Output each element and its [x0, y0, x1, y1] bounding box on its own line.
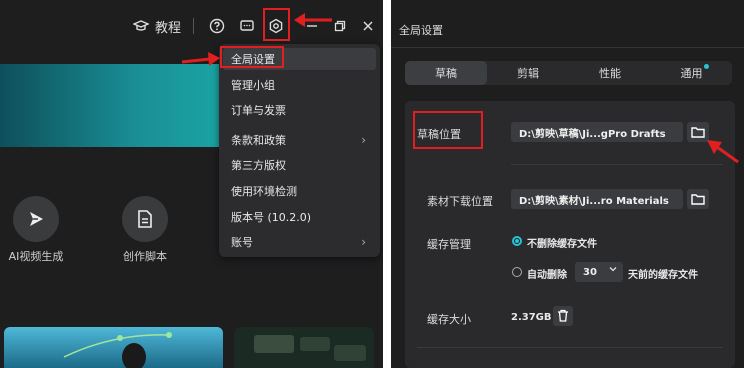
cache-management-label: 缓存管理	[427, 238, 471, 251]
dialog-title: 全局设置	[399, 24, 443, 37]
document-icon	[122, 196, 168, 242]
divider	[391, 47, 744, 48]
tab-performance[interactable]: 性能	[569, 61, 651, 85]
material-location-label: 素材下载位置	[427, 195, 493, 208]
tab-label: 通用	[680, 67, 703, 80]
select-value: 30	[583, 266, 597, 278]
help-icon	[207, 16, 227, 36]
material-folder-button[interactable]	[687, 189, 709, 209]
radio-auto-delete[interactable]	[512, 267, 522, 277]
tutorial-label: 教程	[155, 20, 182, 36]
divider	[511, 164, 723, 165]
tool-label: AI视频生成	[8, 250, 64, 263]
material-location-field[interactable]: D:\剪映\素材\Ji...ro Materials	[511, 189, 683, 209]
menu-item-terms[interactable]: 条款和政策 ›	[223, 129, 376, 151]
template-thumbnail[interactable]	[4, 327, 223, 368]
home-banner[interactable]	[0, 64, 230, 147]
template-thumbnail[interactable]	[234, 327, 374, 368]
settings-menu: 全局设置 管理小组 订单与发票 条款和政策 › 第三方版权 使用环境检测 版本号 …	[219, 44, 380, 257]
close-button[interactable]	[358, 14, 378, 38]
cache-size-value: 2.37GB	[511, 312, 552, 323]
message-icon	[237, 16, 257, 36]
close-icon	[358, 16, 378, 36]
menu-item-env-check[interactable]: 使用环境检测	[223, 180, 376, 202]
tab-label: 草稿	[435, 67, 457, 80]
tab-label: 性能	[599, 67, 621, 80]
editor-home-panel: 教程 AI视频生成 创作脚本 全局设置 管理小组 订单与发票 条款和政策 › 第…	[0, 0, 383, 368]
menu-item-third-party[interactable]: 第三方版权	[223, 154, 376, 176]
feedback-button[interactable]	[237, 14, 257, 38]
settings-tabs: 草稿 剪辑 性能 通用	[405, 61, 732, 85]
arrow-icon	[181, 52, 220, 66]
folder-icon	[691, 123, 705, 142]
tab-label: 剪辑	[517, 67, 539, 80]
menu-item-account[interactable]: 账号 ›	[223, 231, 376, 253]
draft-location-field[interactable]: D:\剪映\草稿\Ji...gPro Drafts	[511, 122, 683, 142]
cache-days-select[interactable]: 30	[575, 262, 623, 282]
graduation-cap-icon	[131, 16, 151, 36]
menu-item-label: 第三方版权	[231, 159, 286, 172]
menu-item-label: 使用环境检测	[231, 185, 297, 198]
global-settings-dialog: 全局设置 草稿 剪辑 性能 通用 草稿位置 D:\剪映\草稿\Ji...gPro…	[391, 0, 744, 368]
tutorial-button[interactable]: 教程	[131, 14, 181, 38]
auto-delete-label: 自动删除	[527, 270, 567, 281]
folder-icon	[691, 190, 705, 209]
send-icon	[13, 196, 59, 242]
trash-icon	[557, 307, 569, 326]
tab-drafts[interactable]: 草稿	[405, 61, 487, 85]
script-tool[interactable]: 创作脚本	[113, 196, 177, 264]
ai-video-tool[interactable]: AI视频生成	[4, 196, 68, 264]
help-button[interactable]	[207, 14, 227, 38]
tab-general[interactable]: 通用	[651, 61, 732, 85]
menu-item-manage-team[interactable]: 管理小组	[223, 74, 376, 96]
menu-item-label: 账号	[231, 236, 253, 249]
menu-item-label: 条款和政策	[231, 134, 286, 147]
highlight-box	[220, 46, 284, 68]
tool-label: 创作脚本	[123, 250, 167, 263]
keep-cache-label: 不删除缓存文件	[527, 239, 597, 250]
notification-dot	[704, 64, 709, 69]
radio-keep-cache[interactable]	[512, 236, 522, 246]
cache-size-label: 缓存大小	[427, 313, 471, 326]
chevron-right-icon: ›	[361, 133, 366, 147]
tab-editing[interactable]: 剪辑	[487, 61, 569, 85]
menu-item-version[interactable]: 版本号 (10.2.0)	[223, 206, 376, 228]
divider	[417, 347, 723, 348]
arrow-icon	[294, 13, 332, 27]
menu-item-label: 版本号 (10.2.0)	[231, 211, 312, 224]
highlight-box	[413, 111, 483, 149]
menu-item-orders[interactable]: 订单与发票	[223, 99, 376, 121]
divider	[193, 18, 194, 34]
chevron-right-icon: ›	[361, 235, 366, 249]
clear-cache-button[interactable]	[553, 306, 573, 326]
days-suffix-label: 天前的缓存文件	[628, 270, 698, 281]
menu-item-label: 订单与发票	[231, 104, 286, 117]
chevron-down-icon	[609, 265, 617, 276]
menu-item-label: 管理小组	[231, 79, 275, 92]
highlight-box	[263, 8, 290, 41]
arrow-icon	[707, 140, 739, 164]
